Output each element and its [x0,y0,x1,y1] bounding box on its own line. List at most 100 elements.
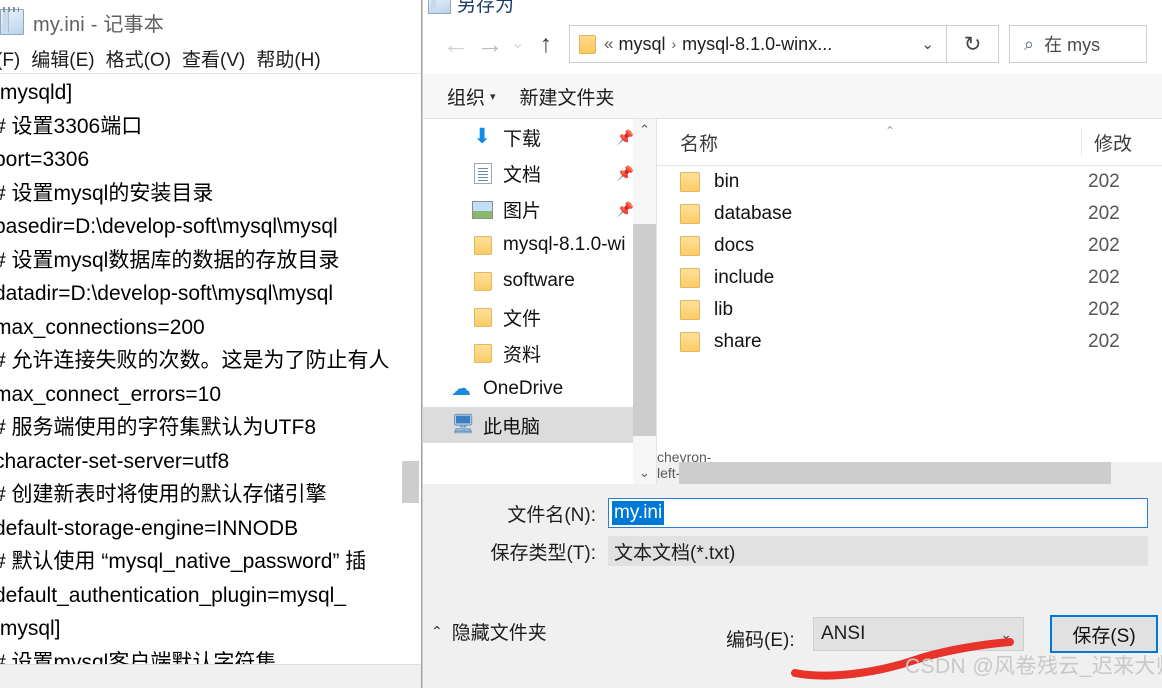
chevron-up-icon[interactable]: ⌃ [633,119,656,141]
notepad-icon [0,7,24,35]
encoding-select[interactable]: ANSI ⌄ [813,617,1024,651]
file-list-row[interactable]: bin 202 [657,166,1162,198]
search-placeholder: 在 mys [1044,35,1101,55]
search-box[interactable]: ⌕ 在 mys [1009,25,1147,63]
pin-icon[interactable]: 📌 [617,165,634,182]
folder-icon [680,300,700,320]
pin-icon[interactable]: 📌 [617,129,634,146]
file-list-row[interactable]: lib 202 [657,294,1162,326]
refresh-button[interactable]: ↻ [947,25,999,63]
notepad-menu-item[interactable]: 帮助(H) [256,45,320,72]
screen-root: my.ini - 记事本 文件(F) 编辑(E) 格式(O) 查看(V) 帮助(H) [… [0,0,1162,688]
column-header-name[interactable]: 名称 [657,129,1081,156]
nav-item-此电脑[interactable]: 🖥 此电脑 [423,407,656,443]
folder-icon [680,172,700,192]
nav-pane-scrollbar[interactable]: ⌃ ⌄ [633,119,656,484]
savetype-select[interactable]: 文本文档(*.txt) [608,536,1148,566]
notepad-menu-item[interactable]: 格式(O) [106,45,171,72]
notepad-text-line: [mysqld] [0,81,73,104]
recent-locations-button[interactable]: ⌄ [507,24,529,64]
file-list-body: bin 202 database 202 docs 202 include 202 lib 202… [657,166,1162,358]
notepad-titlebar: my.ini - 记事本 [0,0,421,44]
download-icon: ⬇ [473,125,491,148]
nav-item-图片[interactable]: 图片 📌 [423,191,656,227]
file-list-row[interactable]: share 202 [657,326,1162,358]
nav-item-下载[interactable]: ⬇ 下载 📌 [423,119,656,155]
notepad-text-line: # 设置mysql客户端默认字符集 [0,650,277,666]
hscroll-thumb[interactable] [679,462,1111,484]
file-date: 202 [1088,171,1120,192]
notepad-text-line: default_authentication_plugin=mysql_ [0,583,347,607]
organize-button[interactable]: 组织 ▾ [447,83,496,110]
breadcrumb-mysql[interactable]: mysql [618,34,665,55]
folder-icon [471,270,493,292]
notepad-text-line: character-set-server=utf8 [0,449,230,473]
file-list-horizontal-scrollbar[interactable]: chevron-left-icon [657,449,1162,497]
nav-item-文档[interactable]: 文档 📌 [423,155,656,191]
sort-ascending-icon: ⌃ [885,124,896,138]
file-list-header: 名称 修改 ⌃ [657,119,1162,166]
notepad-title-text: my.ini - 记事本 [33,13,164,36]
notepad-menu-item[interactable]: 编辑(E) [31,45,94,72]
notepad-vertical-scrollbar[interactable] [402,76,420,665]
chevron-down-icon[interactable]: ⌄ [633,462,656,484]
filename-value: my.ini [612,501,665,525]
chevron-up-icon: ⌃ [431,623,443,639]
breadcrumb-overflow[interactable]: « [604,34,613,54]
nav-item-label: 资料 [503,344,542,366]
notepad-text-line: # 默认使用 “mysql_native_password” 插 [0,550,367,573]
notepad-menu-item[interactable]: 文件(F) [0,45,20,72]
chevron-right-icon[interactable]: › [671,36,676,52]
notepad-text-line: port=3306 [0,148,90,171]
nav-item-software[interactable]: software [423,263,656,299]
file-name: database [714,203,793,224]
savetype-label: 保存类型(T): [490,542,596,564]
file-name: docs [714,235,755,256]
nav-item-mysql-8.1.0-wi[interactable]: mysql-8.1.0-wi [423,227,656,263]
organize-label: 组织 [447,87,486,109]
notepad-text-line: max_connections=200 [0,315,205,339]
nav-item-label: 文件 [503,308,542,330]
back-button[interactable]: ← [439,24,473,64]
file-name: include [714,267,775,288]
file-date: 202 [1088,203,1120,224]
column-header-date[interactable]: 修改 [1081,128,1162,156]
breadcrumb-current[interactable]: mysql-8.1.0-winx... [682,34,832,55]
notepad-text-line: datadir=D:\develop-soft\mysql\mysql [0,282,334,305]
save-button[interactable]: 保存(S) [1050,615,1158,653]
command-bar: 组织 ▾ 新建文件夹 [423,74,1162,119]
file-list-row[interactable]: docs 202 [657,230,1162,262]
file-list-pane: 名称 修改 ⌃ bin 202 database 202 docs 202 include 2… [657,119,1162,497]
pin-icon[interactable]: 📌 [617,201,634,218]
search-icon: ⌕ [1024,33,1035,54]
nav-item-OneDrive[interactable]: ☁ OneDrive [423,371,656,407]
notepad-menubar[interactable]: 文件(F) 编辑(E) 格式(O) 查看(V) 帮助(H) [0,44,421,74]
file-date: 202 [1088,331,1120,352]
file-list-row[interactable]: include 202 [657,262,1162,294]
this-pc-icon: 🖥 [451,414,476,435]
savetype-row: 保存类型(T): 文本文档(*.txt) [423,536,1162,566]
filename-label: 文件名(N): [507,504,596,526]
file-list-row[interactable]: database 202 [657,198,1162,230]
address-bar[interactable]: « mysql › mysql-8.1.0-winx... ⌄ [569,25,947,63]
notepad-text-area[interactable]: [mysqld] # 设置3306端口 port=3306 # 设置mysql的安装目… [0,76,421,666]
nav-item-label: OneDrive [483,378,564,399]
folder-icon [680,268,700,288]
folder-icon [680,204,700,224]
notepad-menu-item[interactable]: 查看(V) [182,45,245,72]
new-folder-button[interactable]: 新建文件夹 [520,83,615,110]
forward-button[interactable]: → [473,24,507,64]
dialog-title-text: 另存为 [457,0,515,16]
hide-folders-toggle[interactable]: ⌃ 隐藏文件夹 [431,618,547,645]
filename-input[interactable]: my.ini [608,498,1148,528]
nav-item-资料[interactable]: 资料 [423,335,656,371]
save-as-window-icon [428,0,451,14]
nav-item-label: mysql-8.1.0-wi [503,234,626,255]
notepad-scroll-thumb[interactable] [402,461,419,503]
watermark-text: CSDN @风卷残云_迟来大师 [905,655,1162,678]
nav-scroll-thumb[interactable] [633,224,656,436]
chevron-down-icon[interactable]: ⌄ [909,35,946,53]
nav-item-文件[interactable]: 文件 [423,299,656,335]
up-button[interactable]: ↑ [529,24,563,64]
save-as-dialog: 另存为 ← → ⌄ ↑ « mysql › mysql-8.1.0-winx..… [422,0,1162,688]
